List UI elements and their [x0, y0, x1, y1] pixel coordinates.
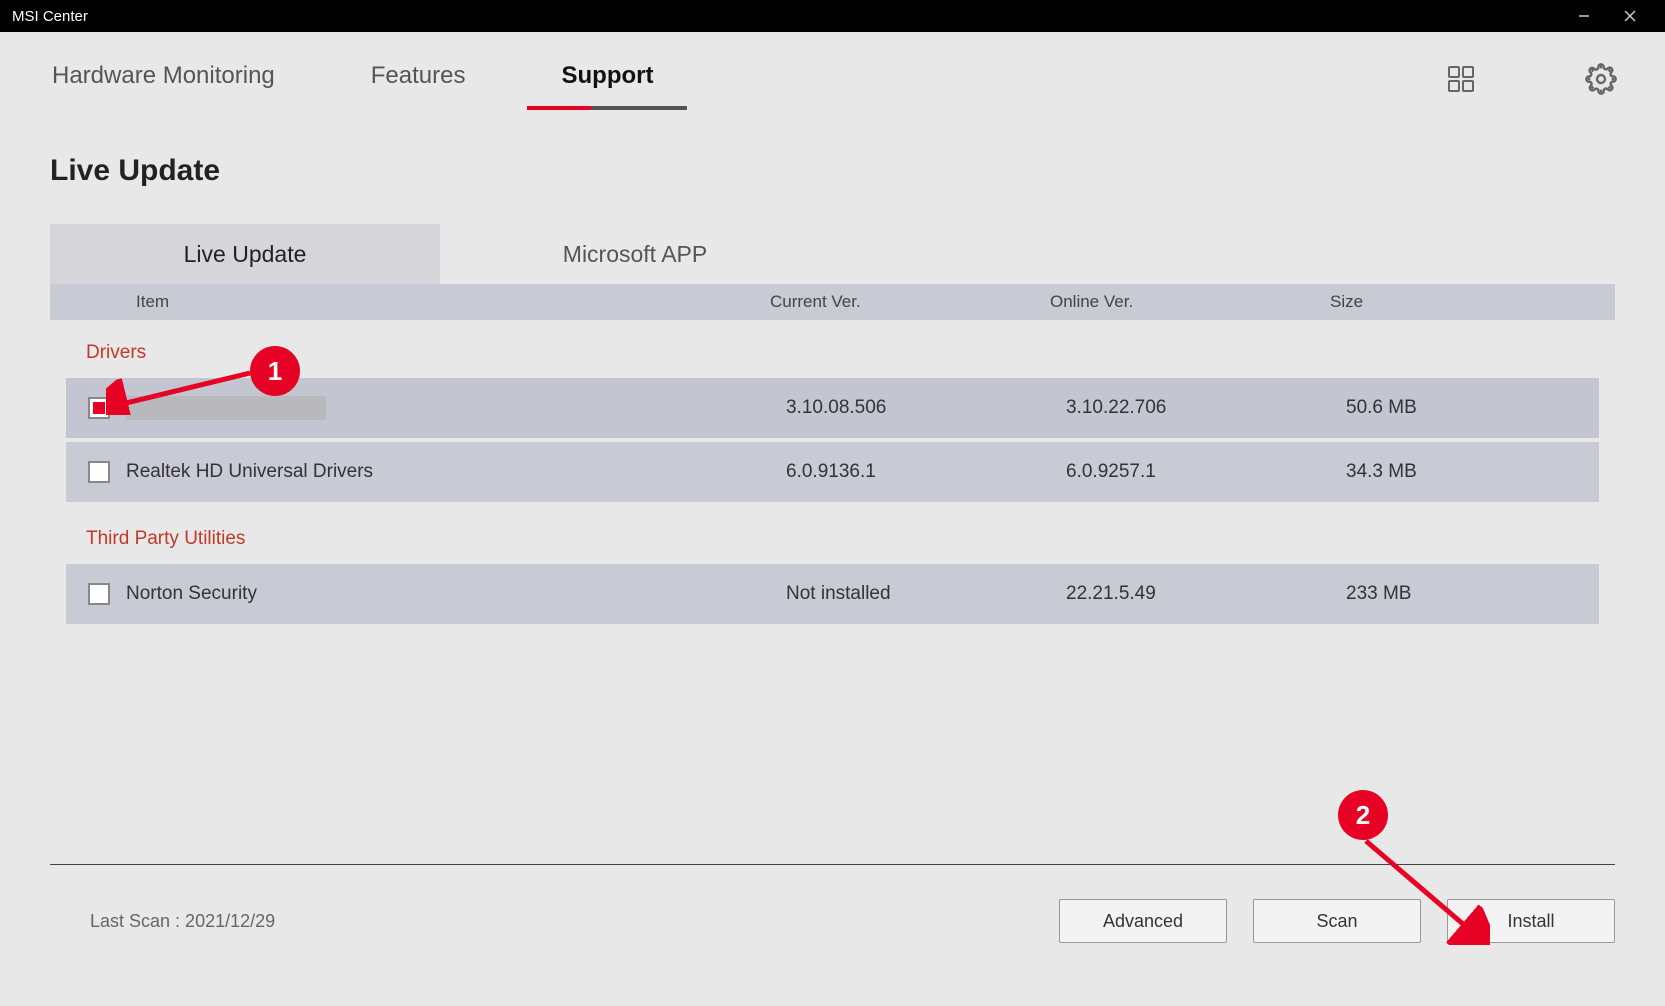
row-current: 3.10.08.506	[786, 397, 1066, 419]
subtab-microsoft-app[interactable]: Microsoft APP	[440, 224, 830, 284]
table-row[interactable]: Realtek HD Universal Drivers 6.0.9136.1 …	[66, 442, 1599, 502]
annotation-badge-2: 2	[1338, 790, 1388, 840]
gear-icon[interactable]	[1581, 59, 1621, 99]
row-size: 233 MB	[1346, 583, 1626, 605]
grid-icon[interactable]	[1441, 59, 1481, 99]
th-current: Current Ver.	[770, 292, 1050, 312]
row-current: Not installed	[786, 583, 1066, 605]
row-current: 6.0.9136.1	[786, 461, 1066, 483]
annotation-arrow-2	[1360, 835, 1490, 945]
sub-tabs: Live Update Microsoft APP	[50, 224, 1665, 284]
tab-features[interactable]: Features	[363, 50, 474, 108]
tab-support[interactable]: Support	[553, 50, 661, 108]
annotation-badge-1: 1	[250, 346, 300, 396]
subtab-live-update[interactable]: Live Update	[50, 224, 440, 284]
top-nav: Hardware Monitoring Features Support	[0, 32, 1665, 108]
row-name: Norton Security	[126, 583, 257, 605]
th-item: Item	[50, 292, 770, 312]
close-button[interactable]	[1607, 0, 1653, 32]
row-size: 34.3 MB	[1346, 461, 1626, 483]
titlebar: MSI Center	[0, 0, 1665, 32]
minimize-button[interactable]	[1561, 0, 1607, 32]
advanced-button[interactable]: Advanced	[1059, 899, 1227, 943]
row-name: Realtek HD Universal Drivers	[126, 461, 373, 483]
last-scan-label: Last Scan : 2021/12/29	[90, 911, 275, 932]
th-online: Online Ver.	[1050, 292, 1330, 312]
page-title: Live Update	[50, 154, 1665, 188]
window-title: MSI Center	[12, 8, 88, 25]
row-online: 22.21.5.49	[1066, 583, 1346, 605]
category-third-party: Third Party Utilities	[50, 506, 1615, 564]
row-checkbox[interactable]	[88, 583, 110, 605]
row-online: 6.0.9257.1	[1066, 461, 1346, 483]
update-table: Item Current Ver. Online Ver. Size Drive…	[50, 284, 1615, 624]
th-size: Size	[1330, 292, 1610, 312]
table-header: Item Current Ver. Online Ver. Size	[50, 284, 1615, 320]
table-row[interactable]: Norton Security Not installed 22.21.5.49…	[66, 564, 1599, 624]
row-checkbox[interactable]	[88, 461, 110, 483]
row-size: 50.6 MB	[1346, 397, 1626, 419]
annotation-arrow-1	[106, 365, 256, 415]
table-row[interactable]: 3.10.08.506 3.10.22.706 50.6 MB	[66, 378, 1599, 438]
tab-hardware-monitoring[interactable]: Hardware Monitoring	[44, 50, 283, 108]
row-online: 3.10.22.706	[1066, 397, 1346, 419]
